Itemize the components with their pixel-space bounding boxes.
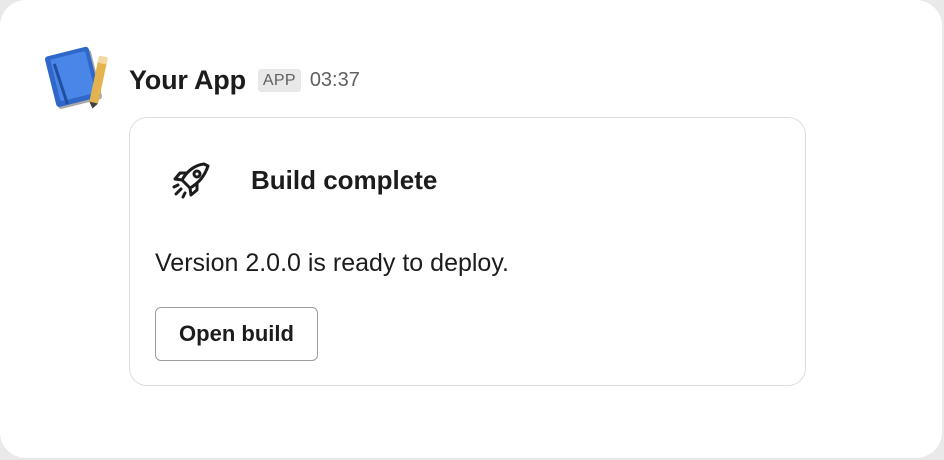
open-build-button[interactable]: Open build — [155, 307, 318, 361]
app-avatar-icon[interactable] — [44, 44, 112, 110]
app-message: Your App APP 03:37 Build complete Versio… — [0, 0, 942, 458]
app-name[interactable]: Your App — [129, 65, 246, 96]
card-title: Build complete — [251, 165, 438, 195]
message-panel: Your App APP 03:37 Build complete Versio… — [0, 0, 942, 458]
message-timestamp[interactable]: 03:37 — [310, 69, 360, 92]
build-card: Build complete Version 2.0.0 is ready to… — [129, 117, 806, 386]
card-text: Version 2.0.0 is ready to deploy. — [155, 249, 509, 277]
message-header: Your App APP 03:37 — [129, 60, 360, 100]
app-badge: APP — [257, 68, 301, 92]
rocket-icon — [172, 162, 210, 199]
